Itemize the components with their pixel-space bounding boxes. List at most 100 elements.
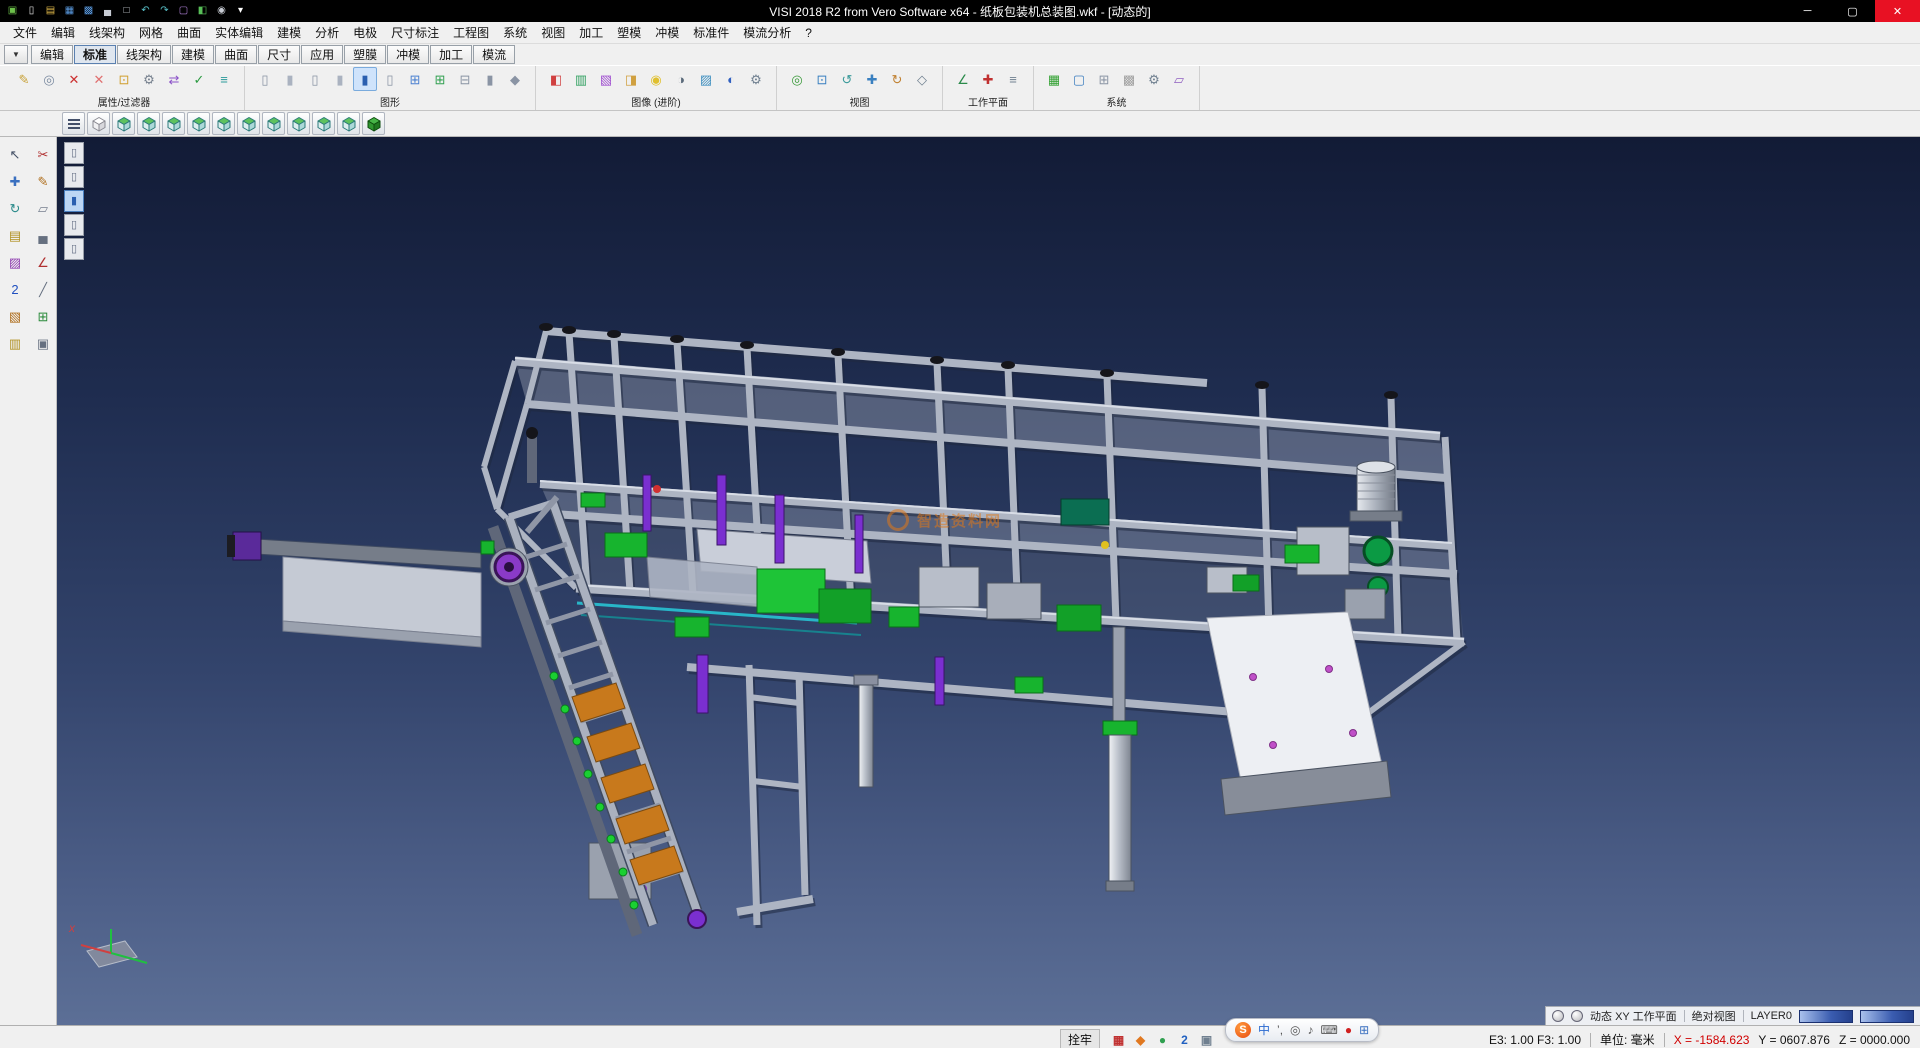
attr-gear[interactable]: ⚙ (137, 67, 161, 91)
menu-item-8[interactable]: 分析 (308, 22, 346, 43)
sb-layers[interactable]: ▤ (3, 223, 27, 247)
ime-grid[interactable]: ⊞ (1359, 1024, 1369, 1036)
sys-options[interactable]: ⚙ (1142, 67, 1166, 91)
sys-colors[interactable]: ▦ (1042, 67, 1066, 91)
view-iso-sw[interactable] (337, 112, 360, 135)
sb-sketch[interactable]: ✎ (31, 169, 55, 193)
sb-measure[interactable]: ∠ (31, 250, 55, 274)
view-left[interactable] (212, 112, 235, 135)
gfx-flat[interactable]: ▮ (328, 67, 352, 91)
sb-print[interactable]: ▄ (31, 223, 55, 247)
menu-item-10[interactable]: 尺寸标注 (384, 22, 446, 43)
menu-item-7[interactable]: 建模 (270, 22, 308, 43)
sys-plane[interactable]: ▱ (1167, 67, 1191, 91)
view-front[interactable] (162, 112, 185, 135)
layer-color-bar-1[interactable] (1799, 1010, 1853, 1023)
img-material[interactable]: ◨ (619, 67, 643, 91)
sb-palette[interactable]: ▨ (3, 250, 27, 274)
menu-item-2[interactable]: 编辑 (44, 22, 82, 43)
select-filter-1[interactable]: ▯ (64, 142, 84, 164)
img-render[interactable]: ◐ (719, 67, 743, 91)
attr-swap[interactable]: ⇄ (162, 67, 186, 91)
select-filter-5[interactable]: ▯ (64, 238, 84, 260)
new-file-icon[interactable]: ▯ (23, 3, 40, 19)
sb-fill[interactable]: ▧ (3, 304, 27, 328)
workplane-list[interactable]: ≡ (1001, 67, 1025, 91)
sys-grid[interactable]: ▩ (1117, 67, 1141, 91)
minimize-button[interactable]: ─ (1785, 0, 1830, 22)
menu-item-17[interactable]: 标准件 (686, 22, 736, 43)
sb-two[interactable]: 2 (3, 277, 27, 301)
cube-icon[interactable]: ◧ (194, 3, 211, 19)
redo-icon[interactable]: ↷ (156, 3, 173, 19)
close-button[interactable]: ✕ (1875, 0, 1920, 22)
ime-keyboard[interactable]: ⌨ (1321, 1024, 1338, 1036)
menu-item-13[interactable]: 视图 (534, 22, 572, 43)
img-layers[interactable]: ▧ (594, 67, 618, 91)
view-iso-nw[interactable] (287, 112, 310, 135)
gfx-diamond[interactable]: ◆ (503, 67, 527, 91)
sb-ruler[interactable]: ╱ (31, 277, 55, 301)
view-bottom[interactable] (137, 112, 160, 135)
sys-screen[interactable]: ▢ (1067, 67, 1091, 91)
print-icon[interactable]: ▄ (99, 3, 116, 19)
camera-icon[interactable]: ◉ (213, 3, 230, 19)
tab-5[interactable]: 曲面 (215, 45, 257, 64)
gfx-wireframe[interactable]: ▯ (253, 67, 277, 91)
workplane-dynamic[interactable]: ✚ (976, 67, 1000, 91)
tab-9[interactable]: 冲模 (387, 45, 429, 64)
attr-list[interactable]: ≡ (212, 67, 236, 91)
attr-brush[interactable]: ✎ (12, 67, 36, 91)
tray-app-2[interactable]: 2 (1175, 1030, 1194, 1048)
attr-filter-clear[interactable]: ✕ (87, 67, 111, 91)
tray-app-screen[interactable]: ▣ (1197, 1030, 1216, 1048)
menu-item-14[interactable]: 加工 (572, 22, 610, 43)
tab-dropdown-button[interactable]: ▼ (4, 45, 28, 64)
tab-2[interactable]: 标准 (74, 45, 116, 64)
lock-toggle[interactable]: 拴牢 (1060, 1029, 1100, 1048)
menu-item-18[interactable]: 模流分析 (736, 22, 798, 43)
img-texture[interactable]: ▥ (569, 67, 593, 91)
sb-snap[interactable]: ✚ (3, 169, 27, 193)
menu-item-19[interactable]: ? (798, 24, 819, 42)
view-shaded-iso[interactable] (362, 112, 385, 135)
menu-item-6[interactable]: 实体编辑 (208, 22, 270, 43)
menu-item-15[interactable]: 塑模 (610, 22, 648, 43)
app-icon[interactable]: ▣ (4, 3, 21, 19)
view-pan[interactable]: ✚ (860, 67, 884, 91)
gfx-dynamic[interactable]: ▮ (353, 67, 377, 91)
img-settings[interactable]: ⚙ (744, 67, 768, 91)
ime-emoji[interactable]: ◎ (1290, 1024, 1300, 1036)
menu-item-5[interactable]: 曲面 (170, 22, 208, 43)
sys-calculator[interactable]: ⊞ (1092, 67, 1116, 91)
tab-1[interactable]: 编辑 (31, 45, 73, 64)
tab-4[interactable]: 建模 (172, 45, 214, 64)
view-mode-label[interactable]: 绝对视图 (1692, 1008, 1736, 1024)
ime-punct[interactable]: ’, (1277, 1024, 1283, 1036)
menu-item-4[interactable]: 网格 (132, 22, 170, 43)
sb-trim[interactable]: ✂ (31, 142, 55, 166)
ime-lang[interactable]: 中 (1258, 1024, 1270, 1036)
screen-icon[interactable]: ▢ (175, 3, 192, 19)
view-right[interactable] (237, 112, 260, 135)
view-perspective[interactable]: ◇ (910, 67, 934, 91)
menu-item-16[interactable]: 冲模 (648, 22, 686, 43)
select-filter-2[interactable]: ▯ (64, 166, 84, 188)
menu-item-3[interactable]: 线架构 (82, 22, 132, 43)
img-light[interactable]: ◉ (644, 67, 668, 91)
view-iso-ne[interactable] (262, 112, 285, 135)
sb-chart[interactable]: ▥ (3, 331, 27, 355)
sb-select[interactable]: ↖ (3, 142, 27, 166)
view-rotate[interactable]: ↻ (885, 67, 909, 91)
save-icon[interactable]: ▦ (61, 3, 78, 19)
maximize-button[interactable]: ▢ (1830, 0, 1875, 22)
img-capture[interactable]: ◧ (544, 67, 568, 91)
view-iso-se[interactable] (312, 112, 335, 135)
gfx-grid-blue[interactable]: ⊞ (403, 67, 427, 91)
img-environment[interactable]: ▨ (694, 67, 718, 91)
workplane-toggle-icon[interactable] (1571, 1010, 1583, 1022)
view-top[interactable] (112, 112, 135, 135)
view-zoom-window[interactable]: ⊡ (810, 67, 834, 91)
view-previous[interactable]: ↺ (835, 67, 859, 91)
save-all-icon[interactable]: ▩ (80, 3, 97, 19)
